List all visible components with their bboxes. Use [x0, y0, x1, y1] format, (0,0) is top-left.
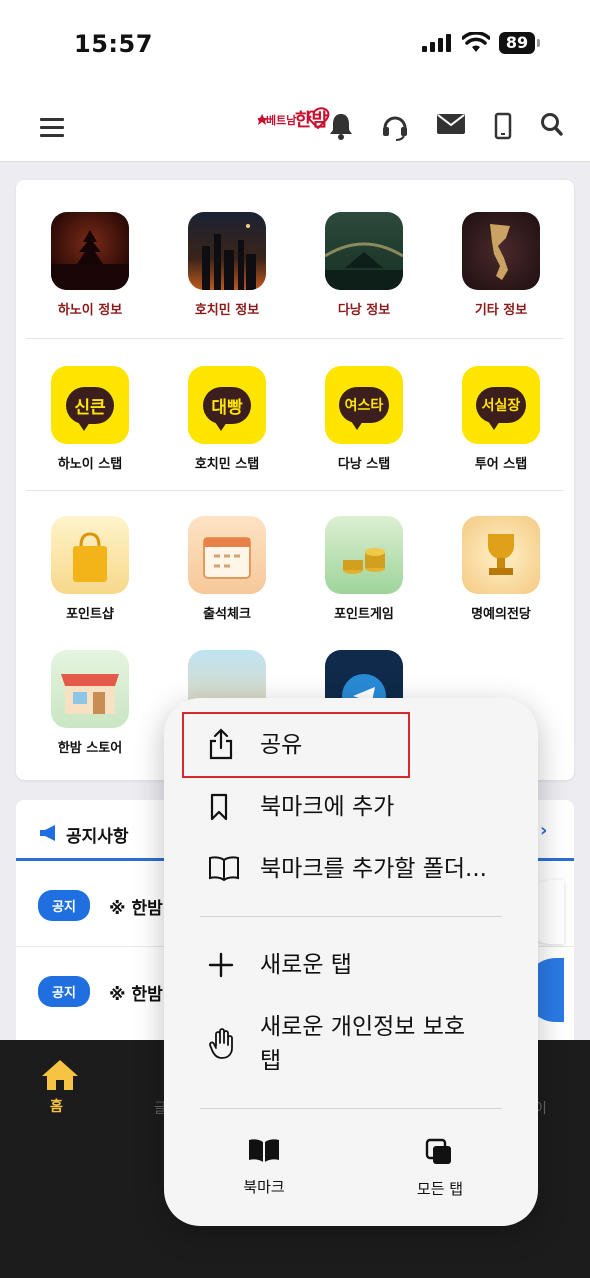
storefront-icon: [51, 650, 129, 728]
tile-attendance[interactable]: 출석체크: [167, 516, 287, 622]
notice-badge: 공지: [38, 890, 90, 921]
hamburger-menu-icon[interactable]: [40, 118, 64, 142]
notice-text: ※ 한밤: [109, 985, 163, 1005]
tile-hanoi-info[interactable]: 하노이 정보: [30, 212, 150, 318]
share-icon: [209, 728, 233, 760]
tile-tour-staff[interactable]: 서실장 투어 스탭: [441, 366, 561, 472]
tile-danang-staff[interactable]: 여스타 다낭 스탭: [304, 366, 424, 472]
tile-hanoi-staff[interactable]: 신큰 하노이 스탭: [30, 366, 150, 472]
menu-item-label: 북마크에 추가: [260, 794, 395, 820]
chevron-right-icon[interactable]: ›: [540, 820, 547, 841]
menu-item-label: 북마크를 추가할 폴더...: [260, 856, 487, 882]
nav-home-label[interactable]: 홈: [50, 1096, 63, 1116]
menu-item-label: 공유: [260, 732, 303, 758]
menu-button-label: 모든 탭: [416, 1180, 464, 1198]
home-icon[interactable]: [40, 1058, 80, 1092]
notice-title[interactable]: 공지사항: [66, 822, 129, 847]
bell-icon[interactable]: [328, 112, 354, 140]
status-time: 15:57: [74, 30, 153, 58]
tile-point-shop[interactable]: 포인트샵: [30, 516, 150, 622]
badge-text: 대빵: [203, 386, 251, 431]
tile-hanbam-store[interactable]: 한밤 스토어: [30, 650, 150, 756]
tile-label: 출석체크: [203, 607, 251, 622]
status-bar: 15:57 89: [0, 0, 590, 90]
kakao-chat-icon: 대빵: [188, 366, 266, 444]
search-icon[interactable]: [540, 112, 564, 138]
kakao-chat-icon: 서실장: [462, 366, 540, 444]
menu-item-label-line2: 탭: [260, 1048, 282, 1074]
headset-icon[interactable]: [380, 112, 410, 142]
danang-bridge-image: [325, 212, 403, 290]
battery-icon: [537, 39, 540, 47]
tile-danang-info[interactable]: 다낭 정보: [304, 212, 424, 318]
mail-icon[interactable]: [437, 112, 465, 136]
book-open-icon: [209, 856, 239, 882]
tile-point-game[interactable]: 포인트게임: [304, 516, 424, 622]
mobile-icon[interactable]: [494, 112, 512, 140]
menu-button-bookmarks[interactable]: 북마크: [194, 1138, 334, 1197]
divider: [26, 490, 564, 491]
menu-button-label: 북마크: [243, 1178, 285, 1196]
bookmarks-book-icon: [249, 1139, 279, 1162]
tile-label: 명예의전당: [471, 607, 531, 622]
wifi-icon: [462, 32, 490, 52]
vietnam-map-image: [462, 212, 540, 290]
tile-label: 투어 스탭: [474, 457, 528, 472]
bookmark-icon: [210, 793, 228, 821]
badge-text: 신큰: [66, 386, 114, 431]
hand-icon: [209, 1028, 233, 1059]
tabs-icon: [425, 1138, 451, 1164]
hochiminh-skyline-image: [188, 212, 266, 290]
badge-text: 여스타: [338, 387, 390, 430]
calendar-icon: [188, 516, 266, 594]
notice-badge: 공지: [38, 976, 90, 1007]
tile-label: 하노이 스탭: [57, 457, 123, 472]
tile-etc-info[interactable]: 기타 정보: [441, 212, 561, 318]
battery-level: 89: [499, 32, 535, 54]
logo-small-text: 베트남: [266, 114, 297, 127]
tile-label: 호치민 정보: [194, 303, 260, 318]
tile-label: 포인트게임: [334, 607, 394, 622]
cellular-signal-icon: [422, 34, 451, 52]
menu-grid-card: 하노이 정보 호치민 정보 다낭 정보 기타 정보 신큰 하노이 스탭 대빵 호…: [16, 180, 574, 780]
menu-item-label: 새로운 탭: [260, 952, 352, 978]
divider: [26, 338, 564, 339]
tile-hall-of-fame[interactable]: 명예의전당: [441, 516, 561, 622]
tile-label: 기타 정보: [474, 303, 528, 318]
trophy-icon: [462, 516, 540, 594]
site-header: 베트남 한밤: [0, 90, 590, 162]
tile-hochiminh-info[interactable]: 호치민 정보: [167, 212, 287, 318]
shopping-bag-icon: [51, 516, 129, 594]
tile-label: 한밤 스토어: [57, 741, 123, 756]
notice-text: ※ 한밤: [109, 899, 163, 919]
tile-label: 포인트샵: [66, 607, 114, 622]
tile-label: 다낭 정보: [337, 303, 391, 318]
menu-divider: [200, 1108, 502, 1109]
megaphone-icon: [40, 825, 55, 841]
browser-context-menu: 공유 북마크에 추가 북마크를 추가할 폴더... 새로운 탭 새로운 개인정보…: [164, 698, 538, 1226]
kakao-chat-icon: 신큰: [51, 366, 129, 444]
coins-icon: [325, 516, 403, 594]
hanoi-pagoda-image: [51, 212, 129, 290]
kakao-chat-icon: 여스타: [325, 366, 403, 444]
logo-big-text: 한밤: [295, 110, 329, 131]
menu-divider: [200, 916, 502, 917]
tile-label: 호치민 스탭: [194, 457, 260, 472]
tile-hochiminh-staff[interactable]: 대빵 호치민 스탭: [167, 366, 287, 472]
menu-button-all-tabs[interactable]: 모든 탭: [370, 1138, 510, 1199]
plus-icon: [208, 952, 234, 978]
tile-label: 다낭 스탭: [337, 457, 391, 472]
tile-label: 하노이 정보: [57, 303, 123, 318]
menu-item-label: 새로운 개인정보 보호: [260, 1014, 466, 1040]
badge-text: 서실장: [475, 387, 527, 430]
